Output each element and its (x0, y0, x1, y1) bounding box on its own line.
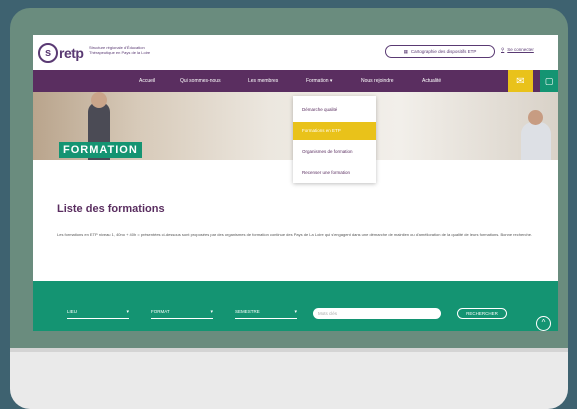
login-link[interactable]: ⚲ Se connecter (501, 47, 534, 53)
nav-item-formation[interactable]: Formation ▾ (306, 78, 332, 84)
nav-item-accueil[interactable]: Accueil (139, 78, 155, 84)
search-button[interactable]: RECHERCHER (457, 308, 507, 319)
nav-item-nous-rejoindre[interactable]: Nous rejoindre (361, 78, 394, 84)
main-nav: Accueil Qui sommes-nous Les membres Form… (33, 70, 558, 92)
hero-person2-head (528, 110, 543, 125)
lieu-label: LIEU (67, 309, 78, 314)
hero-title: FORMATION (59, 142, 142, 158)
format-label: FORMAT (151, 309, 170, 314)
user-icon: ⚲ (501, 47, 505, 52)
chevron-down-icon: ▾ (294, 309, 297, 315)
site-logo[interactable]: s retp (38, 43, 84, 63)
laptop-base (10, 352, 568, 409)
page-title: Liste des formations (57, 203, 165, 215)
chevron-up-icon[interactable]: ^ (536, 316, 551, 331)
cartography-button[interactable]: ▦ Cartographie des dispositifs ETP (385, 45, 495, 58)
mail-icon[interactable]: ✉ (508, 70, 533, 92)
website-screen: s retp Structure régionale d'Éducation T… (33, 35, 558, 331)
dropdown-item-formations-etp[interactable]: Formations en ETP (293, 122, 376, 140)
chevron-down-icon: ▾ (126, 309, 129, 315)
nav-item-qui-sommes-nous[interactable]: Qui sommes-nous (180, 78, 221, 84)
dropdown-item-demarche-qualite[interactable]: Démarche qualité (293, 101, 376, 119)
semestre-select[interactable]: SEMESTRE ▾ (235, 309, 297, 319)
chevron-down-icon: ▾ (329, 78, 333, 84)
site-header: s retp Structure régionale d'Éducation T… (33, 35, 558, 70)
format-select[interactable]: FORMAT ▾ (151, 309, 213, 319)
hero-person2-body (521, 122, 551, 160)
dropdown-item-organismes[interactable]: Organismes de formation (293, 143, 376, 161)
logo-text: retp (59, 45, 84, 61)
logo-mark: s (38, 43, 58, 63)
hero-person-head (91, 92, 107, 108)
intro-text: Les formations en ETP niveau 1, 40no + 4… (57, 232, 533, 237)
cartography-label: Cartographie des dispositifs ETP (410, 49, 477, 54)
keyword-search-input[interactable]: Mots clés (313, 308, 441, 319)
formation-dropdown: Démarche qualité Formations en ETP Organ… (293, 96, 376, 183)
chevron-down-icon: ▾ (210, 309, 213, 315)
dropdown-item-recenser[interactable]: Recenser une formation (293, 164, 376, 182)
filter-bar: LIEU ▾ FORMAT ▾ SEMESTRE ▾ Mots clés REC… (33, 281, 558, 331)
semestre-label: SEMESTRE (235, 309, 260, 314)
calendar-icon[interactable]: ▢ (540, 70, 558, 92)
nav-item-actualite[interactable]: Actualité (422, 78, 441, 84)
nav-formation-label: Formation (306, 78, 329, 84)
map-icon: ▦ (403, 48, 408, 54)
nav-item-membres[interactable]: Les membres (248, 78, 278, 84)
lieu-select[interactable]: LIEU ▾ (67, 309, 129, 319)
login-label: Se connecter (507, 47, 534, 52)
logo-subtitle: Structure régionale d'Éducation Thérapeu… (89, 45, 151, 55)
